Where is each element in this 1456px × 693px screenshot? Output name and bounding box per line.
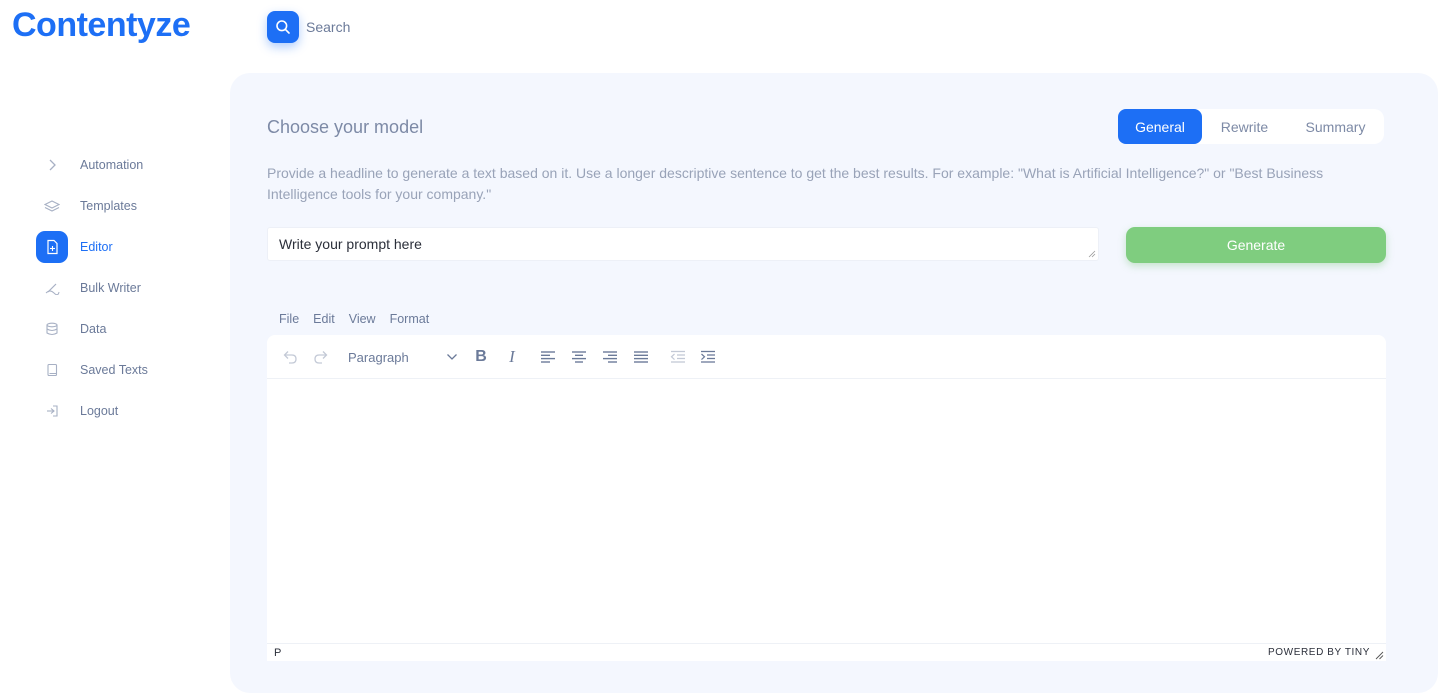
- model-description: Provide a headline to generate a text ba…: [267, 165, 1324, 202]
- sidebar-item-label: Logout: [80, 403, 119, 418]
- menu-file[interactable]: File: [279, 312, 299, 326]
- tab-summary[interactable]: Summary: [1287, 109, 1384, 144]
- italic-icon: I: [509, 347, 515, 366]
- align-right-button[interactable]: [599, 345, 621, 369]
- sidebar-item-saved-texts[interactable]: Saved Texts: [36, 349, 226, 390]
- powered-by-link[interactable]: POWERED BY TINY: [1268, 647, 1370, 658]
- search-button[interactable]: [267, 11, 299, 43]
- generate-button[interactable]: Generate: [1126, 227, 1386, 263]
- italic-button[interactable]: I: [501, 345, 523, 369]
- menu-format[interactable]: Format: [390, 312, 430, 326]
- indent-button[interactable]: [697, 345, 719, 369]
- search-label[interactable]: Search: [306, 19, 350, 35]
- bold-button[interactable]: B: [470, 345, 492, 369]
- model-tabs: General Rewrite Summary: [1118, 109, 1384, 144]
- search-bar[interactable]: Search: [267, 11, 350, 43]
- outdent-button[interactable]: [667, 345, 689, 369]
- chevron-right-icon: [36, 149, 68, 181]
- undo-icon: [283, 351, 297, 364]
- align-center-icon: [572, 351, 586, 363]
- sidebar-item-logout[interactable]: Logout: [36, 390, 226, 431]
- sidebar-item-templates[interactable]: Templates: [36, 185, 226, 226]
- sidebar-item-label: Bulk Writer: [80, 280, 141, 295]
- book-icon: [36, 354, 68, 386]
- app-logo[interactable]: Contentyze: [12, 6, 191, 45]
- page-title: Choose your model: [267, 117, 424, 137]
- outdent-icon: [670, 350, 685, 363]
- main-panel: Choose your model General Rewrite Summar…: [230, 73, 1438, 693]
- bold-icon: B: [475, 348, 487, 365]
- sidebar-item-data[interactable]: Data: [36, 308, 226, 349]
- align-justify-icon: [634, 351, 648, 363]
- sidebar-item-bulk-writer[interactable]: Bulk Writer: [36, 267, 226, 308]
- sidebar-item-label: Saved Texts: [80, 362, 148, 377]
- layers-icon: [36, 190, 68, 222]
- chevron-down-icon: [447, 354, 457, 360]
- pen-icon: [36, 272, 68, 304]
- redo-icon: [314, 351, 328, 364]
- sidebar-item-label: Templates: [80, 198, 137, 213]
- sidebar-item-label: Editor: [80, 239, 113, 254]
- sidebar-item-editor[interactable]: Editor: [36, 226, 226, 267]
- align-justify-button[interactable]: [630, 345, 652, 369]
- tab-general[interactable]: General: [1118, 109, 1202, 144]
- editor-content-area[interactable]: [267, 379, 1386, 643]
- sidebar-item-automation[interactable]: Automation: [36, 144, 226, 185]
- menu-view[interactable]: View: [349, 312, 376, 326]
- block-format-value: Paragraph: [348, 349, 409, 365]
- sidebar-item-label: Automation: [80, 157, 144, 172]
- align-left-button[interactable]: [537, 345, 559, 369]
- prompt-placeholder: Write your prompt here: [279, 236, 422, 252]
- resize-grip-icon[interactable]: [1088, 250, 1096, 258]
- align-left-icon: [541, 351, 555, 363]
- indent-icon: [701, 350, 715, 363]
- rich-text-editor: File Edit View Format Paragraph B I P PO…: [267, 302, 1386, 661]
- block-format-select[interactable]: Paragraph: [348, 345, 458, 369]
- prompt-input[interactable]: Write your prompt here: [267, 227, 1099, 261]
- database-icon: [36, 313, 68, 345]
- editor-resize-grip-icon[interactable]: [1375, 651, 1384, 660]
- align-center-button[interactable]: [568, 345, 590, 369]
- menu-edit[interactable]: Edit: [313, 312, 335, 326]
- editor-toolbar: Paragraph B I: [267, 335, 1386, 379]
- undo-button[interactable]: [279, 345, 301, 369]
- align-right-icon: [603, 351, 617, 363]
- sidebar: Automation Templates Editor Bulk Writer …: [36, 144, 226, 431]
- editor-menubar: File Edit View Format: [267, 302, 1386, 335]
- sidebar-item-label: Data: [80, 321, 107, 336]
- redo-button[interactable]: [310, 345, 332, 369]
- search-icon: [276, 20, 290, 34]
- logout-icon: [36, 395, 68, 427]
- editor-statusbar: P POWERED BY TINY: [267, 643, 1386, 661]
- element-path[interactable]: P: [274, 647, 281, 659]
- tab-rewrite[interactable]: Rewrite: [1202, 109, 1287, 144]
- document-icon: [36, 230, 68, 263]
